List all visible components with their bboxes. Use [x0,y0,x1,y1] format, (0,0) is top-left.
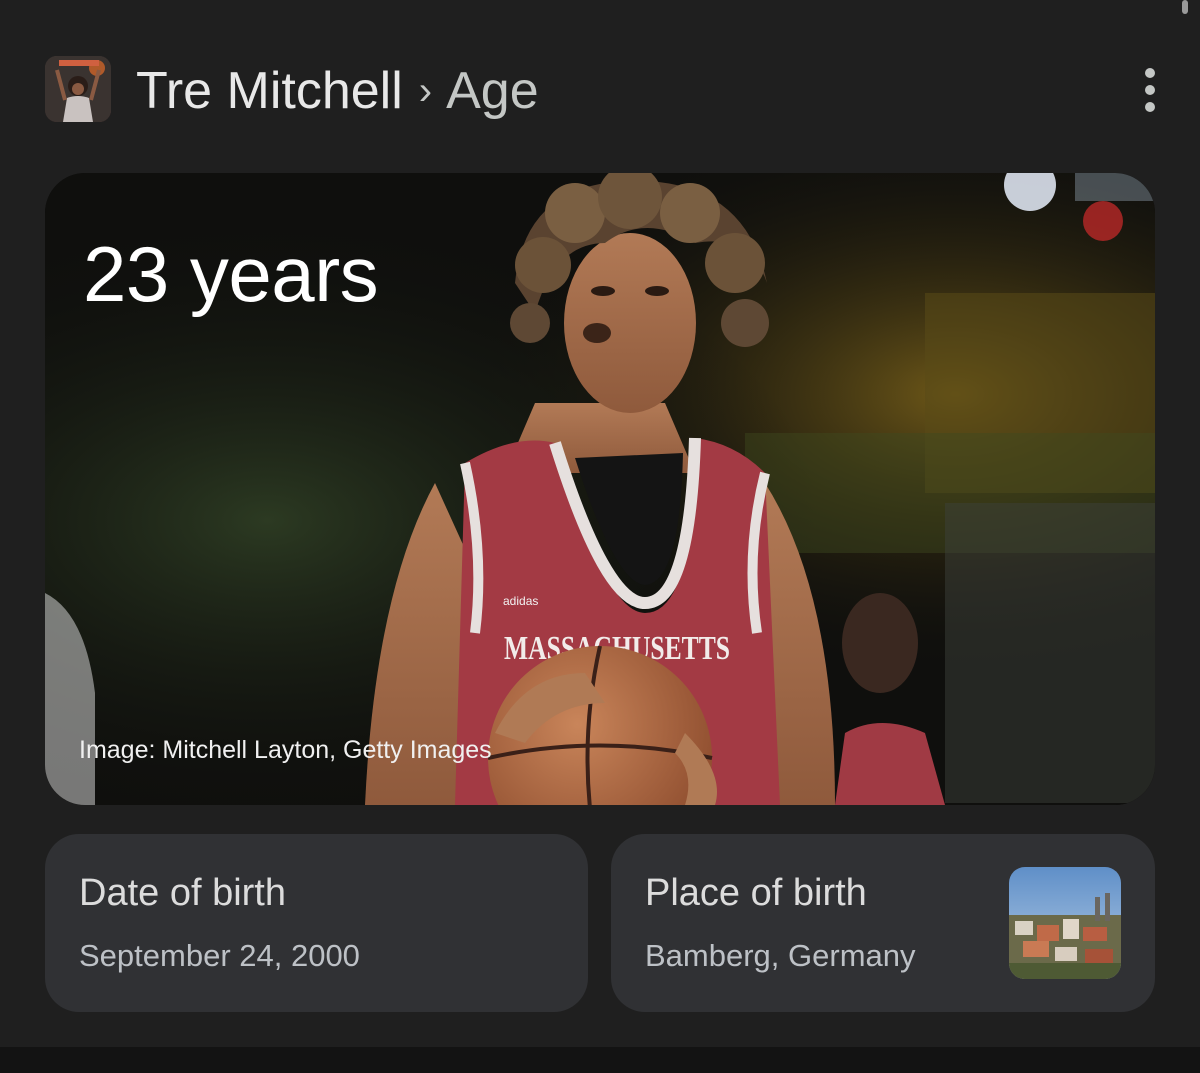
breadcrumb-entity[interactable]: Tre Mitchell [136,61,403,121]
age-value: 23 years [83,230,379,318]
place-of-birth-value: Bamberg, Germany [645,938,916,973]
bottom-divider [0,1047,1200,1073]
breadcrumb: Tre Mitchell › Age [136,58,539,124]
date-of-birth-label: Date of birth [79,872,286,914]
scrollbar-thumb[interactable] [1182,0,1188,14]
place-of-birth-label: Place of birth [645,872,867,914]
entity-header: Tre Mitchell › Age [0,48,1200,138]
entity-avatar[interactable] [45,56,111,122]
place-of-birth-card[interactable]: Place of birth Bamberg, Germany [611,834,1155,1012]
image-credit: Image: Mitchell Layton, Getty Images [79,736,492,764]
jersey-brand: adidas [503,594,538,608]
breadcrumb-attribute: Age [446,62,539,120]
more-options-icon[interactable] [1128,64,1172,116]
breadcrumb-separator: › [418,68,433,113]
place-of-birth-thumbnail [1009,867,1121,979]
date-of-birth-value: September 24, 2000 [79,938,360,973]
date-of-birth-card[interactable]: Date of birth September 24, 2000 [45,834,588,1012]
hero-image-card[interactable]: adidas MASSACHUSETTS 23 years Image: Mit… [45,173,1155,805]
